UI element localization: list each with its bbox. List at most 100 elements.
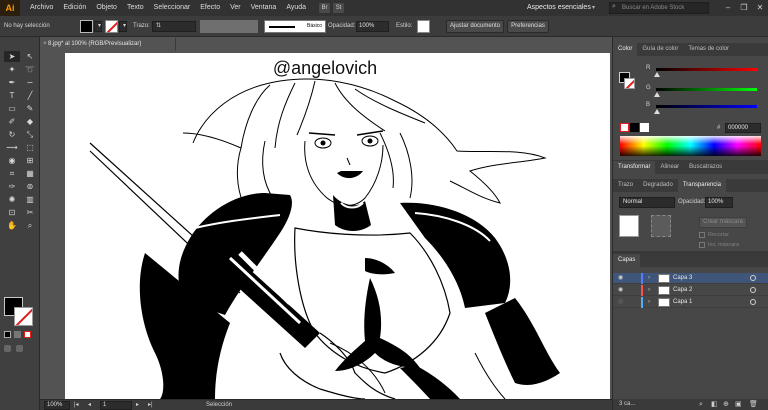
tab-stroke[interactable]: Trazo <box>613 179 638 192</box>
channel-r-thumb[interactable] <box>654 72 660 77</box>
workspace-switcher[interactable]: Aspectos esenciales <box>527 2 597 14</box>
fill-dropdown[interactable]: ▾ <box>94 21 102 32</box>
first-artboard-button[interactable]: |◂ <box>74 400 79 410</box>
lasso-icon[interactable]: ➰ <box>22 64 38 75</box>
anime-line-art[interactable] <box>65 53 610 399</box>
color-panel-stroke-swatch[interactable] <box>624 78 635 89</box>
stock-search-input[interactable]: Buscar en Adobe Stock <box>609 2 709 14</box>
menu-objeto[interactable]: Objeto <box>91 0 122 16</box>
new-sublayer-icon[interactable]: ⊕ <box>723 399 729 410</box>
menu-ayuda[interactable]: Ayuda <box>281 0 311 16</box>
stock-icon[interactable]: St <box>333 3 345 13</box>
transparency-opacity-input[interactable]: 100% <box>705 197 733 208</box>
free-transform-icon[interactable]: ⬚ <box>22 142 38 153</box>
hand-tool-icon[interactable]: ✋ <box>4 220 20 231</box>
selection-tool-icon[interactable]: ➤ <box>4 51 20 62</box>
clip-checkbox[interactable] <box>699 232 705 238</box>
maximize-button[interactable]: ❐ <box>736 0 752 16</box>
expand-arrow-icon[interactable]: › <box>648 273 650 284</box>
scale-tool-icon[interactable]: ⤡ <box>22 129 38 140</box>
direct-selection-tool-icon[interactable]: ↖ <box>22 51 38 62</box>
layer-row[interactable]: ◎ › Capa 1 <box>613 297 768 308</box>
layer-target-icon[interactable] <box>750 275 756 281</box>
tab-pathfinder[interactable]: Buscatrazos <box>684 161 727 174</box>
close-icon[interactable]: × <box>43 38 47 51</box>
layer-row[interactable]: ◉ › Capa 3 <box>613 273 768 284</box>
drawing-mode-icon[interactable] <box>4 345 11 352</box>
pen-tool-icon[interactable]: ✒ <box>4 77 20 88</box>
canvas-area[interactable]: @angelovich <box>40 51 612 399</box>
fill-swatch[interactable] <box>80 20 93 33</box>
tab-transform[interactable]: Transformar <box>613 161 656 174</box>
shaper-tool-icon[interactable]: ✐ <box>4 116 20 127</box>
menu-ver[interactable]: Ver <box>225 0 246 16</box>
channel-r-slider[interactable] <box>656 68 757 71</box>
new-layer-icon[interactable]: ▣ <box>735 399 742 410</box>
none-swatch[interactable] <box>620 123 629 132</box>
layer-target-icon[interactable] <box>750 287 756 293</box>
eye-icon[interactable]: ◉ <box>618 287 623 294</box>
line-tool-icon[interactable]: ╱ <box>22 90 38 101</box>
previous-artboard-button[interactable]: ◂ <box>88 400 91 410</box>
menu-archivo[interactable]: Archivo <box>25 0 58 16</box>
tab-gradient[interactable]: Degradado <box>638 179 678 192</box>
zoom-tool-icon[interactable]: ⌕ <box>22 220 38 231</box>
black-swatch[interactable] <box>630 123 639 132</box>
minimize-button[interactable]: – <box>720 0 736 16</box>
preferences-button[interactable]: Preferencias <box>507 20 549 33</box>
stroke-swatch[interactable] <box>105 20 118 33</box>
shape-builder-icon[interactable]: ◉ <box>4 155 20 166</box>
menu-texto[interactable]: Texto <box>122 0 149 16</box>
delete-layer-icon[interactable]: 🗑 <box>749 399 758 410</box>
mesh-tool-icon[interactable]: ⌗ <box>4 168 20 179</box>
clipping-mask-icon[interactable]: ◧ <box>711 399 718 410</box>
stroke-dropdown[interactable]: ▾ <box>119 21 127 32</box>
opacity-input[interactable]: 100% <box>356 21 389 32</box>
tab-color-guide[interactable]: Guía de color <box>637 43 683 56</box>
paintbrush-icon[interactable]: ✎ <box>22 103 38 114</box>
expand-arrow-icon[interactable]: › <box>648 297 650 308</box>
rotate-tool-icon[interactable]: ↻ <box>4 129 20 140</box>
gradient-mode-icon[interactable] <box>14 331 21 338</box>
document-tab[interactable]: 8.jpg* al 100% (RGB/Previsualizar) <box>40 38 176 51</box>
gradient-tool-icon[interactable]: ▦ <box>22 168 38 179</box>
chevron-down-icon[interactable]: ▾ <box>592 2 595 14</box>
zoom-field[interactable]: 100% <box>44 401 70 410</box>
artboard-number-field[interactable]: 1 <box>100 401 132 410</box>
channel-g-slider[interactable] <box>656 88 757 91</box>
eyedropper-icon[interactable]: ✑ <box>4 181 20 192</box>
last-artboard-button[interactable]: ▸| <box>148 400 153 410</box>
eraser-icon[interactable]: ◆ <box>22 116 38 127</box>
symbol-sprayer-icon[interactable]: ✺ <box>4 194 20 205</box>
blend-tool-icon[interactable]: ⊚ <box>22 181 38 192</box>
column-graph-icon[interactable]: ▥ <box>22 194 38 205</box>
layer-target-icon[interactable] <box>750 299 756 305</box>
channel-b-thumb[interactable] <box>654 109 660 114</box>
artboard-tool-icon[interactable]: ⊡ <box>4 207 20 218</box>
slice-tool-icon[interactable]: ✂ <box>22 207 38 218</box>
close-button[interactable]: ✕ <box>752 0 768 16</box>
variable-width-field[interactable] <box>200 20 258 33</box>
tab-color[interactable]: Color <box>613 43 638 56</box>
bridge-icon[interactable]: Br <box>319 3 331 13</box>
make-mask-button[interactable]: Crear máscara <box>699 217 747 228</box>
tab-transparency[interactable]: Transparencia <box>677 179 726 192</box>
white-swatch[interactable] <box>640 123 649 132</box>
tab-align[interactable]: Alinear <box>655 161 684 174</box>
tab-layers[interactable]: Capas <box>613 254 641 267</box>
menu-ventana[interactable]: Ventana <box>246 0 282 16</box>
width-tool-icon[interactable]: ⟿ <box>4 142 20 153</box>
tab-color-themes[interactable]: Temas de color <box>683 43 734 56</box>
next-artboard-button[interactable]: ▸ <box>136 400 139 410</box>
layer-row[interactable]: ◉ › Capa 2 <box>613 285 768 296</box>
toolbox-stroke-swatch[interactable] <box>14 307 33 326</box>
screen-mode-icon[interactable] <box>16 345 23 352</box>
stroke-weight-field[interactable]: ⇅ <box>152 21 196 32</box>
menu-efecto[interactable]: Efecto <box>195 0 225 16</box>
artboard[interactable]: @angelovich <box>65 53 610 399</box>
menu-seleccionar[interactable]: Seleccionar <box>149 0 196 16</box>
rectangle-tool-icon[interactable]: ▭ <box>4 103 20 114</box>
eye-icon[interactable]: ◎ <box>618 299 623 306</box>
none-mode-icon[interactable] <box>24 331 31 338</box>
color-mode-icon[interactable] <box>4 331 11 338</box>
